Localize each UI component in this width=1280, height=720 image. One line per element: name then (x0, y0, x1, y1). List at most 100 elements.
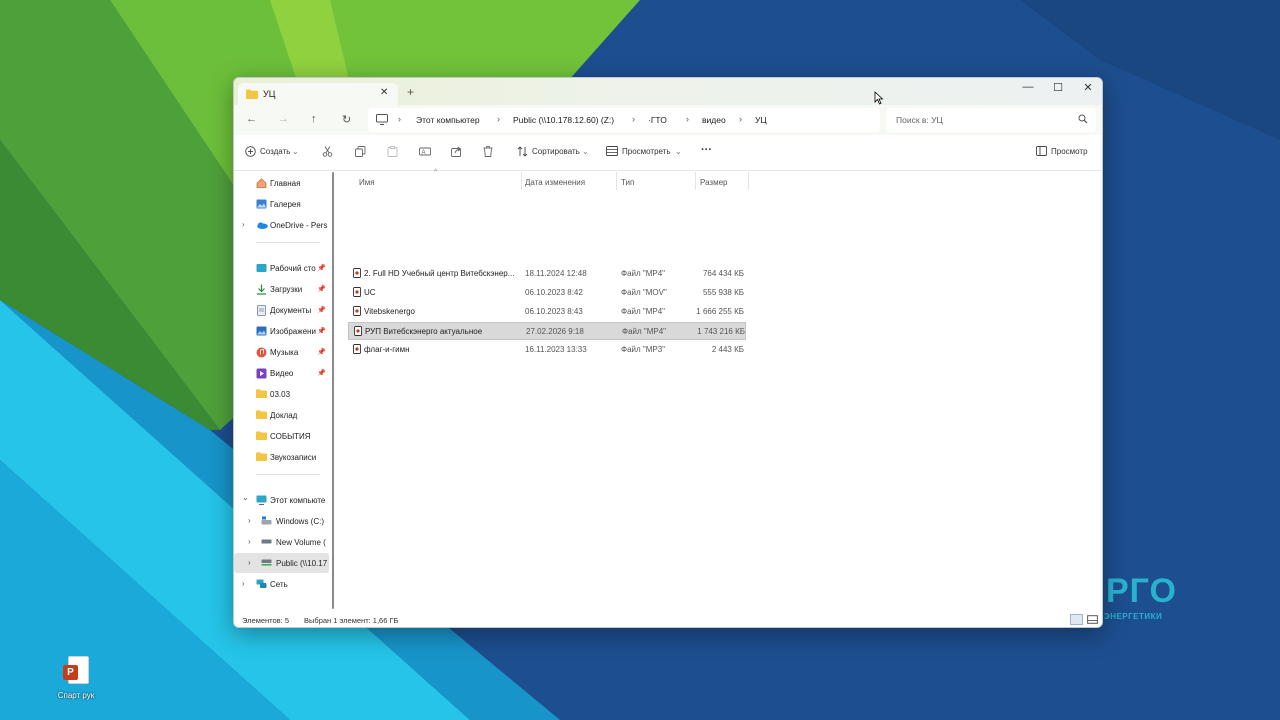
file-type: Файл "MOV" (621, 288, 667, 297)
sidebar-item-downloads[interactable]: Загрузки 📌 (234, 279, 329, 299)
tab-close-icon[interactable]: ✕ (380, 87, 388, 98)
mouse-cursor-icon (874, 91, 884, 105)
sidebar-item-video[interactable]: Видео 📌 (234, 363, 329, 383)
search-input[interactable]: Поиск в: УЦ (896, 115, 943, 125)
brand-logo-subtitle: ЭНЕРГЕТИКИ (1104, 612, 1163, 621)
tab-title: УЦ (263, 89, 276, 99)
file-row[interactable]: UC 06.10.2023 8:42 Файл "MOV" 555 938 КБ (348, 284, 746, 302)
chevron-down-icon[interactable]: ⌄ (242, 493, 249, 502)
file-row[interactable]: флаг-и-гимн 16.11.2023 13:33 Файл "MP3" … (348, 341, 746, 359)
breadcrumb-public[interactable]: Public (\\10.178.12.60) (Z:) (513, 115, 614, 125)
desktop-shortcut-spart[interactable]: P Спарт рук (52, 656, 100, 700)
sidebar-item-label: Документы (270, 306, 312, 315)
sidebar-item-folder-0303[interactable]: 03.03 (234, 384, 329, 404)
sidebar-item-new-volume[interactable]: › New Volume ( (234, 532, 329, 552)
chevron-right-icon[interactable]: › (248, 516, 251, 525)
search-box[interactable]: Поиск в: УЦ (886, 108, 1096, 132)
sidebar-item-pictures[interactable]: Изображени 📌 (234, 321, 329, 341)
sidebar-item-folder-doklad[interactable]: Доклад (234, 405, 329, 425)
sidebar-item-windows-c[interactable]: › Windows (C:) (234, 511, 329, 531)
pin-icon: 📌 (317, 286, 326, 293)
chevron-right-icon[interactable]: › (248, 537, 251, 546)
rename-icon[interactable]: A (419, 146, 431, 157)
preview-button[interactable]: Просмотр (1051, 147, 1088, 156)
copy-icon[interactable] (355, 146, 366, 157)
sort-button[interactable]: Сортировать (532, 147, 580, 156)
status-bar: Элементов: 5 Выбран 1 элемент: 1,66 ГБ (234, 609, 1102, 627)
breadcrumb-this-pc[interactable]: Этот компьютер (416, 115, 480, 125)
more-options-button[interactable]: ··· (701, 144, 712, 156)
paste-icon[interactable] (387, 146, 398, 157)
breadcrumb-video[interactable]: видео (702, 115, 726, 125)
file-size: 2 443 КБ (711, 345, 744, 354)
sidebar-item-public-z[interactable]: › Public (\\10.17 (234, 553, 329, 573)
address-bar[interactable]: › Этот компьютер › Public (\\10.178.12.6… (368, 108, 880, 132)
tab-uc[interactable]: УЦ ✕ (238, 83, 398, 105)
maximize-button[interactable]: ☐ (1043, 81, 1073, 94)
video-file-icon (354, 326, 362, 336)
sidebar-item-onedrive[interactable]: › OneDrive - Pers (234, 215, 329, 235)
sidebar-item-music[interactable]: Музыка 📌 (234, 342, 329, 362)
documents-icon (257, 305, 266, 316)
up-button[interactable]: ↑ (311, 113, 317, 125)
column-divider[interactable] (695, 172, 696, 190)
refresh-button[interactable]: ↻ (342, 113, 351, 126)
delete-icon[interactable] (483, 146, 493, 157)
video-file-icon (353, 268, 361, 278)
pin-icon: 📌 (317, 307, 326, 314)
folder-icon (256, 389, 267, 398)
create-button[interactable]: Создать (260, 147, 290, 156)
sidebar-item-home[interactable]: Главная (234, 173, 329, 193)
breadcrumb-gto[interactable]: ·ГТО (648, 115, 667, 125)
sidebar-item-desktop[interactable]: Рабочий сто 📌 (234, 258, 329, 278)
sidebar-item-label: 03.03 (270, 390, 291, 399)
close-button[interactable]: ✕ (1073, 81, 1102, 94)
chevron-right-icon[interactable]: › (242, 220, 245, 229)
sidebar-item-folder-sobytiya[interactable]: СОБЫТИЯ (234, 426, 329, 446)
sidebar-item-label: Изображени (270, 327, 316, 336)
pin-icon: 📌 (317, 265, 326, 272)
sidebar-item-documents[interactable]: Документы 📌 (234, 300, 329, 320)
cut-icon[interactable] (322, 146, 333, 157)
items-count: Элементов: 5 (242, 616, 290, 625)
column-header-date[interactable]: Дата изменения (525, 178, 585, 187)
file-row-selected[interactable]: РУП Витебскэнерго актуальное 27.02.2026 … (348, 322, 746, 340)
new-tab-button[interactable]: + (407, 85, 414, 99)
sidebar-item-network[interactable]: › Сеть (234, 574, 329, 594)
details-view-icon[interactable] (1070, 614, 1083, 625)
column-divider[interactable] (616, 172, 617, 190)
sidebar-item-gallery[interactable]: Галерея (234, 194, 329, 214)
file-row[interactable]: Vitebskenergo 06.10.2023 8:43 Файл "MP4"… (348, 303, 746, 321)
sidebar-scrollbar[interactable] (332, 172, 334, 609)
sidebar-item-label: Музыка (270, 348, 299, 357)
folder-icon (246, 89, 258, 99)
column-divider[interactable] (748, 172, 749, 190)
share-icon[interactable] (451, 146, 462, 157)
chevron-right-icon[interactable]: › (242, 579, 245, 588)
folder-icon (256, 410, 267, 419)
column-header-type[interactable]: Тип (621, 178, 634, 187)
back-button[interactable]: ← (246, 113, 257, 125)
file-row[interactable]: 2. Full HD Учебный центр Витебскэнер... … (348, 265, 746, 283)
create-dropdown-chevron-icon[interactable]: ⌄ (292, 147, 299, 156)
pin-icon: 📌 (317, 328, 326, 335)
folder-icon (256, 431, 267, 440)
minimize-button[interactable]: — (1013, 81, 1043, 93)
view-button[interactable]: Просмотреть (622, 147, 671, 156)
chevron-right-icon[interactable]: › (248, 558, 251, 567)
pin-icon: 📌 (317, 349, 326, 356)
column-header-name[interactable]: Имя (359, 178, 375, 187)
sort-dropdown-chevron-icon[interactable]: ⌄ (582, 147, 589, 156)
drive-icon (261, 539, 272, 544)
forward-button[interactable]: → (278, 113, 289, 125)
sort-indicator-icon: ^ (434, 169, 438, 176)
view-dropdown-chevron-icon[interactable]: ⌄ (675, 147, 682, 156)
column-header-size[interactable]: Размер (700, 178, 728, 187)
column-divider[interactable] (521, 172, 522, 190)
file-name: 2. Full HD Учебный центр Витебскэнер... (364, 269, 515, 278)
breadcrumb-uc[interactable]: УЦ (755, 115, 767, 125)
tiles-view-icon[interactable] (1086, 614, 1099, 625)
sidebar-item-this-pc[interactable]: ⌄ Этот компьюте (234, 490, 329, 510)
sidebar-item-folder-zvukozapisi[interactable]: Звукозаписи (234, 447, 329, 467)
file-type: Файл "MP3" (621, 345, 666, 354)
